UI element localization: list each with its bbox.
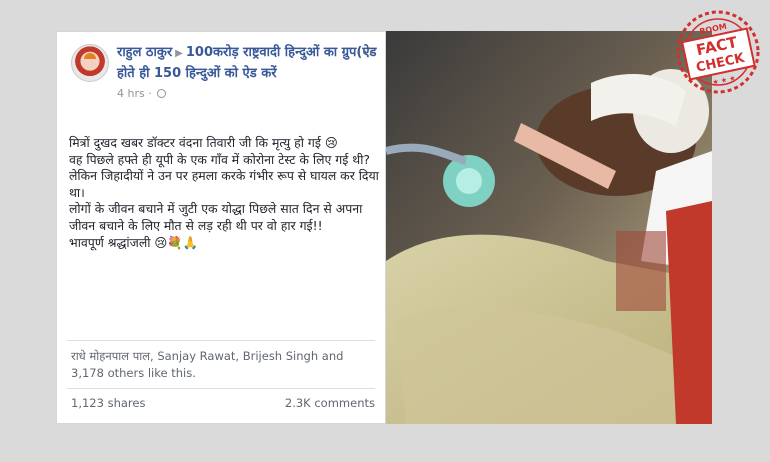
more-dots-icon[interactable]: ··· (356, 45, 375, 61)
body-line: वह पिछले हफ्ते ही यूपी के एक गाँव में को… (69, 151, 370, 167)
author-name[interactable]: राहुल ठाकुर (117, 45, 172, 60)
comments-count[interactable]: 2.3K comments (285, 396, 375, 410)
shares-count[interactable]: 1,123 shares (71, 396, 145, 410)
facebook-post-card: राहुल ठाकुर ▶ 100करोड़ राष्ट्रवादी हिन्दुओ… (56, 31, 386, 424)
post-title: राहुल ठाकुर ▶ 100करोड़ राष्ट्रवादी हिन्दुओ… (117, 43, 379, 84)
globe-icon (157, 89, 167, 98)
body-line: लेकिन जिहादीयों ने उन पर हमला करके गंभीर… (69, 168, 383, 200)
divider (67, 388, 375, 389)
likes-summary[interactable]: राधे मोहनपाल पाल, Sanjay Rawat, Brijesh … (71, 348, 377, 382)
post-time[interactable]: 4 hrs (117, 87, 145, 100)
body-line: मित्रों दुखद खबर डॉक्टर वंदना तिवारी जी … (69, 135, 338, 150)
author-avatar[interactable] (71, 44, 109, 82)
body-line: भावपूर्ण श्रद्धांजली 😢💐🙏 (69, 234, 199, 250)
divider (67, 340, 375, 341)
post-meta: 4 hrs · (117, 87, 167, 100)
arrow-right-icon: ▶ (175, 48, 183, 59)
post-header: राहुल ठाकुर ▶ 100करोड़ राष्ट्रवादी हिन्दुओ… (69, 43, 379, 113)
fact-check-badge: BOOM FACT CHECK ★ ★ ★ (673, 7, 763, 97)
hospital-photo (386, 31, 712, 424)
post-body: मित्रों दुखद खबर डॉक्टर वंदना तिवारी जी … (69, 135, 381, 251)
body-line: लोगों के जीवन बचाने में जुटी एक योद्धा प… (69, 201, 367, 233)
